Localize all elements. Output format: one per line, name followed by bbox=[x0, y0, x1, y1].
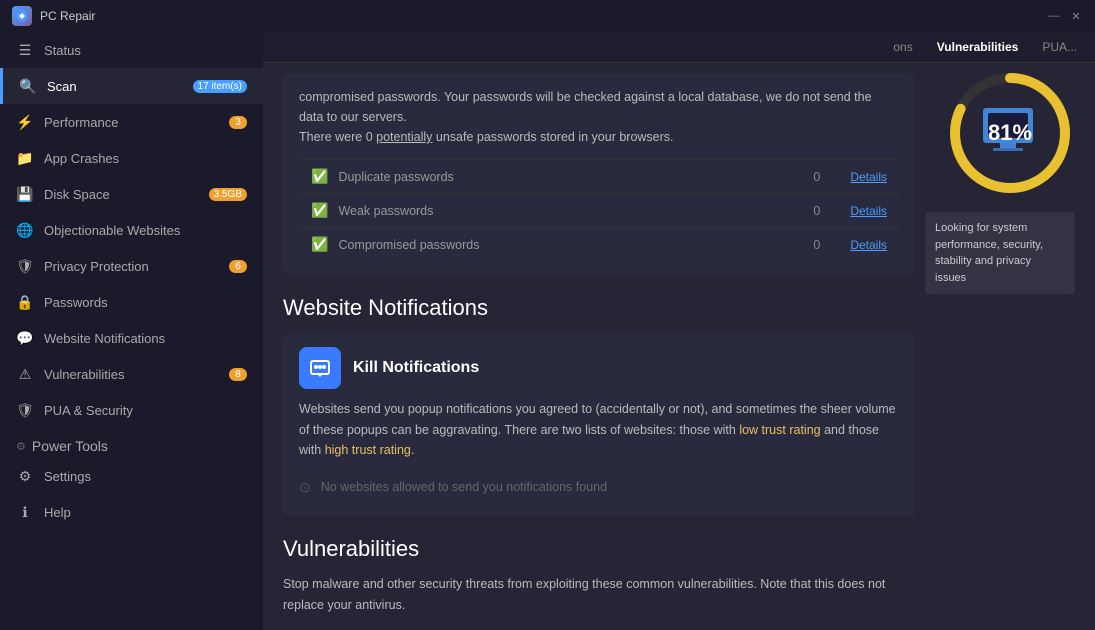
duplicate-label: Duplicate passwords bbox=[338, 170, 803, 184]
vulnerabilities-icon: ⚠ bbox=[16, 365, 34, 383]
duplicate-check-icon: ✅ bbox=[311, 168, 328, 185]
sidebar-item-pua-security[interactable]: 🛡 PUA & Security bbox=[0, 392, 263, 428]
app-title: PC Repair bbox=[40, 9, 95, 23]
minimize-button[interactable]: — bbox=[1047, 9, 1061, 23]
potentially-text: potentially bbox=[376, 130, 432, 144]
performance-badge: 3 bbox=[229, 116, 247, 129]
passwords-icon: 🔒 bbox=[16, 293, 34, 311]
sidebar-label-passwords: Passwords bbox=[44, 295, 247, 310]
duplicate-details[interactable]: Details bbox=[850, 170, 887, 184]
scan-badge: 17 item(s) bbox=[193, 80, 247, 93]
sidebar-label-help: Help bbox=[44, 505, 247, 520]
main-layout: ☰ Status 🔍 Scan 17 item(s) ⚡ Performance… bbox=[0, 32, 1095, 630]
sidebar-item-help[interactable]: ℹ Help bbox=[0, 494, 263, 530]
weak-check-icon: ✅ bbox=[311, 202, 328, 219]
kill-notifications-card: Kill Notifications Websites send you pop… bbox=[283, 333, 915, 516]
status-icon: ☰ bbox=[16, 41, 34, 59]
sidebar-item-objectionable-websites[interactable]: 🌐 Objectionable Websites bbox=[0, 212, 263, 248]
sidebar-label-scan: Scan bbox=[47, 79, 183, 94]
sidebar-label-settings: Settings bbox=[44, 469, 247, 484]
titlebar-controls: — ✕ bbox=[1047, 9, 1083, 23]
no-items-circle-icon: ⊙ bbox=[299, 479, 311, 496]
sidebar-item-disk-space[interactable]: 💾 Disk Space 3.5GB bbox=[0, 176, 263, 212]
privacy-protection-badge: 6 bbox=[229, 260, 247, 273]
weak-details[interactable]: Details bbox=[850, 204, 887, 218]
sidebar-label-performance: Performance bbox=[44, 115, 219, 130]
sidebar-item-app-crashes[interactable]: 📁 App Crashes bbox=[0, 140, 263, 176]
privacy-protection-icon: 🛡 bbox=[16, 257, 34, 275]
content-area: ons Vulnerabilities PUA... 81% Lo bbox=[263, 32, 1095, 630]
sidebar-label-privacy-protection: Privacy Protection bbox=[44, 259, 219, 274]
sidebar-item-website-notifications[interactable]: 💬 Website Notifications bbox=[0, 320, 263, 356]
kill-notifications-icon bbox=[299, 347, 341, 389]
vulnerabilities-desc: Stop malware and other security threats … bbox=[283, 574, 915, 615]
tab-pua[interactable]: PUA... bbox=[1036, 38, 1083, 56]
content-body: compromised passwords. Your passwords wi… bbox=[263, 63, 1095, 630]
settings-icon: ⚙ bbox=[16, 467, 34, 485]
power-tools-section: ⚙ Power Tools bbox=[0, 428, 263, 458]
sidebar-item-vulnerabilities[interactable]: ⚠ Vulnerabilities 8 bbox=[0, 356, 263, 392]
website-notifications-title: Website Notifications bbox=[283, 295, 915, 321]
kill-notifications-desc: Websites send you popup notifications yo… bbox=[299, 399, 899, 461]
content-tabs: ons Vulnerabilities PUA... bbox=[263, 32, 1095, 63]
password-row-weak: ✅ Weak passwords 0 Details bbox=[299, 193, 899, 227]
website-notifications-icon: 💬 bbox=[16, 329, 34, 347]
app-crashes-icon: 📁 bbox=[16, 149, 34, 167]
pua-security-icon: 🛡 bbox=[16, 401, 34, 419]
vulnerabilities-section: Vulnerabilities Stop malware and other s… bbox=[283, 536, 915, 615]
weak-count: 0 bbox=[813, 204, 820, 218]
vulnerabilities-title: Vulnerabilities bbox=[283, 536, 755, 562]
sidebar-item-privacy-protection[interactable]: 🛡 Privacy Protection 6 bbox=[0, 248, 263, 284]
password-section: compromised passwords. Your passwords wi… bbox=[283, 73, 915, 275]
sidebar-label-website-notifications: Website Notifications bbox=[44, 331, 247, 346]
weak-label: Weak passwords bbox=[338, 204, 803, 218]
kill-notifications-title: Kill Notifications bbox=[353, 359, 479, 377]
password-intro: compromised passwords. Your passwords wi… bbox=[299, 87, 899, 147]
sidebar-item-performance[interactable]: ⚡ Performance 3 bbox=[0, 104, 263, 140]
power-tools-label: Power Tools bbox=[32, 438, 108, 454]
help-icon: ℹ bbox=[16, 503, 34, 521]
disk-space-icon: 💾 bbox=[16, 185, 34, 203]
sidebar-item-scan[interactable]: 🔍 Scan 17 item(s) bbox=[0, 68, 263, 104]
password-row-compromised: ✅ Compromised passwords 0 Details bbox=[299, 227, 899, 261]
password-row-duplicate: ✅ Duplicate passwords 0 Details bbox=[299, 159, 899, 193]
no-notifications-text: No websites allowed to send you notifica… bbox=[321, 480, 607, 494]
sidebar-label-objectionable-websites: Objectionable Websites bbox=[44, 223, 247, 238]
compromised-count: 0 bbox=[813, 238, 820, 252]
sidebar-item-passwords[interactable]: 🔒 Passwords bbox=[0, 284, 263, 320]
performance-icon: ⚡ bbox=[16, 113, 34, 131]
compromised-details[interactable]: Details bbox=[850, 238, 887, 252]
sidebar-label-disk-space: Disk Space bbox=[44, 187, 199, 202]
objectionable-websites-icon: 🌐 bbox=[16, 221, 34, 239]
sidebar-item-settings[interactable]: ⚙ Settings bbox=[0, 458, 263, 494]
sidebar-label-app-crashes: App Crashes bbox=[44, 151, 247, 166]
sidebar-label-vulnerabilities: Vulnerabilities bbox=[44, 367, 219, 382]
high-trust-highlight: high trust rating bbox=[325, 443, 411, 457]
kill-notifications-header: Kill Notifications bbox=[299, 347, 899, 389]
titlebar-left: PC Repair bbox=[12, 6, 95, 26]
vulnerabilities-badge: 8 bbox=[229, 368, 247, 381]
low-trust-highlight: low trust rating bbox=[739, 423, 820, 437]
compromised-label: Compromised passwords bbox=[338, 238, 803, 252]
app-logo bbox=[12, 6, 32, 26]
close-button[interactable]: ✕ bbox=[1069, 9, 1083, 23]
sidebar: ☰ Status 🔍 Scan 17 item(s) ⚡ Performance… bbox=[0, 32, 263, 630]
password-intro-text1: compromised passwords. Your passwords wi… bbox=[299, 90, 872, 144]
sidebar-item-status[interactable]: ☰ Status bbox=[0, 32, 263, 68]
sidebar-label-status: Status bbox=[44, 43, 247, 58]
compromised-check-icon: ✅ bbox=[311, 236, 328, 253]
sidebar-label-pua-security: PUA & Security bbox=[44, 403, 247, 418]
titlebar: PC Repair — ✕ bbox=[0, 0, 1095, 32]
duplicate-count: 0 bbox=[813, 170, 820, 184]
tab-vulnerabilities[interactable]: Vulnerabilities bbox=[931, 38, 1025, 56]
scan-icon: 🔍 bbox=[19, 77, 37, 95]
power-tools-icon: ⚙ bbox=[16, 440, 26, 453]
no-notifications-row: ⊙ No websites allowed to send you notifi… bbox=[299, 473, 899, 502]
disk-space-badge: 3.5GB bbox=[209, 188, 247, 201]
tab-ons[interactable]: ons bbox=[887, 38, 918, 56]
